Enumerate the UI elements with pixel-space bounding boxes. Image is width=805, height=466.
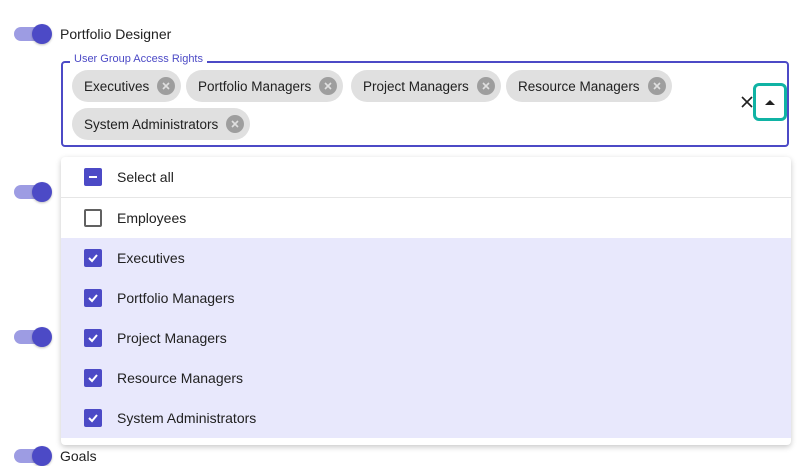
option-label: System Administrators xyxy=(117,410,257,426)
portfolio-designer-label: Portfolio Designer xyxy=(60,26,172,42)
user-group-select-label: User Group Access Rights xyxy=(70,53,207,65)
option-label: Employees xyxy=(117,210,187,226)
checked-checkbox-icon xyxy=(84,329,102,347)
chip-label: Resource Managers xyxy=(518,78,640,94)
option-system-administrators[interactable]: System Administrators xyxy=(61,398,791,438)
chip-label: System Administrators xyxy=(84,116,219,132)
chip-portfolio-managers: Portfolio Managers xyxy=(186,70,344,102)
chip-label: Project Managers xyxy=(363,78,469,94)
option-label: Resource Managers xyxy=(117,370,244,386)
option-label: Project Managers xyxy=(117,330,227,346)
option-resource-managers[interactable]: Resource Managers xyxy=(61,358,791,398)
unchecked-checkbox-icon xyxy=(84,209,102,227)
goals-toggle[interactable] xyxy=(14,446,52,466)
toggle-2[interactable] xyxy=(14,182,52,202)
goals-label: Goals xyxy=(60,448,97,464)
option-label: Select all xyxy=(117,169,174,185)
checked-checkbox-icon xyxy=(84,409,102,427)
option-label: Portfolio Managers xyxy=(117,290,235,306)
chip-project-managers: Project Managers xyxy=(351,70,501,102)
checked-checkbox-icon xyxy=(84,249,102,267)
chip-system-administrators: System Administrators xyxy=(72,108,251,140)
chip-remove-icon[interactable] xyxy=(157,77,176,95)
indeterminate-checkbox-icon xyxy=(84,168,102,186)
chip-label: Executives xyxy=(84,78,150,94)
option-employees[interactable]: Employees xyxy=(61,198,791,238)
chip-remove-icon[interactable] xyxy=(319,77,338,95)
chip-remove-icon[interactable] xyxy=(226,115,245,133)
chip-resource-managers: Resource Managers xyxy=(506,70,672,102)
toggle-thumb xyxy=(32,182,52,202)
portfolio-designer-toggle[interactable] xyxy=(14,24,52,44)
checked-checkbox-icon xyxy=(84,369,102,387)
chip-executives: Executives xyxy=(72,70,182,102)
toggle-thumb xyxy=(32,327,52,347)
option-label: Executives xyxy=(117,250,185,266)
checked-checkbox-icon xyxy=(84,289,102,307)
chip-label: Portfolio Managers xyxy=(198,78,312,94)
option-executives[interactable]: Executives xyxy=(61,238,791,278)
toggle-thumb xyxy=(32,24,52,44)
option-select-all[interactable]: Select all xyxy=(61,157,791,197)
option-portfolio-managers[interactable]: Portfolio Managers xyxy=(61,278,791,318)
chip-remove-icon[interactable] xyxy=(476,77,495,95)
arrow-up-icon xyxy=(765,99,775,105)
toggle-thumb xyxy=(32,446,52,466)
options-listbox: Select all Employees Executives Portfoli… xyxy=(61,157,791,445)
popup-toggle-button[interactable] xyxy=(753,83,787,121)
toggle-3[interactable] xyxy=(14,327,52,347)
chip-remove-icon[interactable] xyxy=(647,77,666,95)
option-project-managers[interactable]: Project Managers xyxy=(61,318,791,358)
